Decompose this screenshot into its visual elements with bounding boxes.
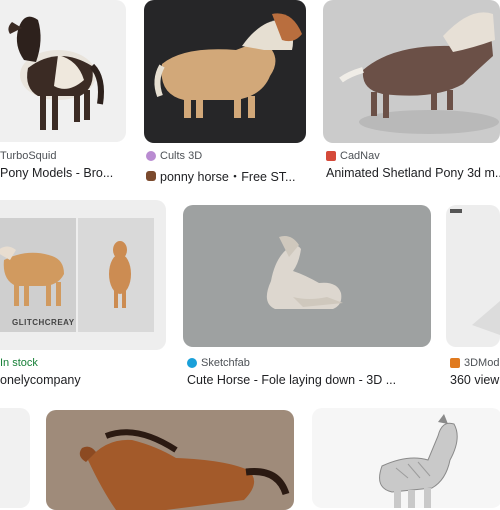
result-image-8[interactable]: [46, 410, 294, 510]
result-image-3[interactable]: [323, 0, 500, 143]
result-title-2[interactable]: ponny horse・Free ST...: [146, 166, 306, 185]
cadnav-icon: [326, 151, 336, 161]
pony-image: [339, 12, 499, 134]
horse-emoji-icon: [146, 170, 156, 181]
result-image-2[interactable]: [144, 0, 306, 143]
result-image-6[interactable]: [446, 205, 500, 347]
result-title-6[interactable]: 360 view: [450, 373, 500, 387]
result-source-3[interactable]: CadNav: [326, 150, 380, 162]
result-source-6[interactable]: 3DModels: [450, 357, 500, 369]
result-source-1[interactable]: TurboSquid: [0, 150, 56, 162]
result-source-2[interactable]: Cults 3D: [146, 150, 202, 162]
pony-image: [154, 13, 302, 118]
result-title-1[interactable]: Pony Models - Bro...: [0, 166, 136, 180]
result-image-5[interactable]: [183, 205, 431, 347]
model-preview-image: [472, 301, 500, 335]
result-source-5[interactable]: Sketchfab: [187, 357, 250, 369]
result-title-4[interactable]: onelycompany: [0, 373, 170, 387]
cults3d-icon: [146, 151, 156, 161]
sketchfab-icon: [187, 358, 197, 368]
pony-image: [0, 218, 154, 332]
3dmodels-icon: [450, 358, 460, 368]
result-image-4[interactable]: GLITCHCREAY: [0, 200, 166, 350]
pony-image: [8, 16, 104, 130]
horse-lying-image: [266, 236, 343, 309]
result-title-3[interactable]: Animated Shetland Pony 3d m...: [326, 166, 500, 180]
result-image-9[interactable]: [312, 408, 500, 508]
image-caption: GLITCHCREAY: [12, 318, 75, 327]
horse-running-image: [79, 429, 290, 510]
horse-wireframe-image: [379, 414, 458, 508]
result-image-1[interactable]: [0, 0, 126, 142]
result-title-5[interactable]: Cute Horse - Fole laying down - 3D ...: [187, 373, 427, 387]
result-source-4[interactable]: In stock: [0, 357, 38, 369]
result-image-7[interactable]: [0, 408, 30, 508]
